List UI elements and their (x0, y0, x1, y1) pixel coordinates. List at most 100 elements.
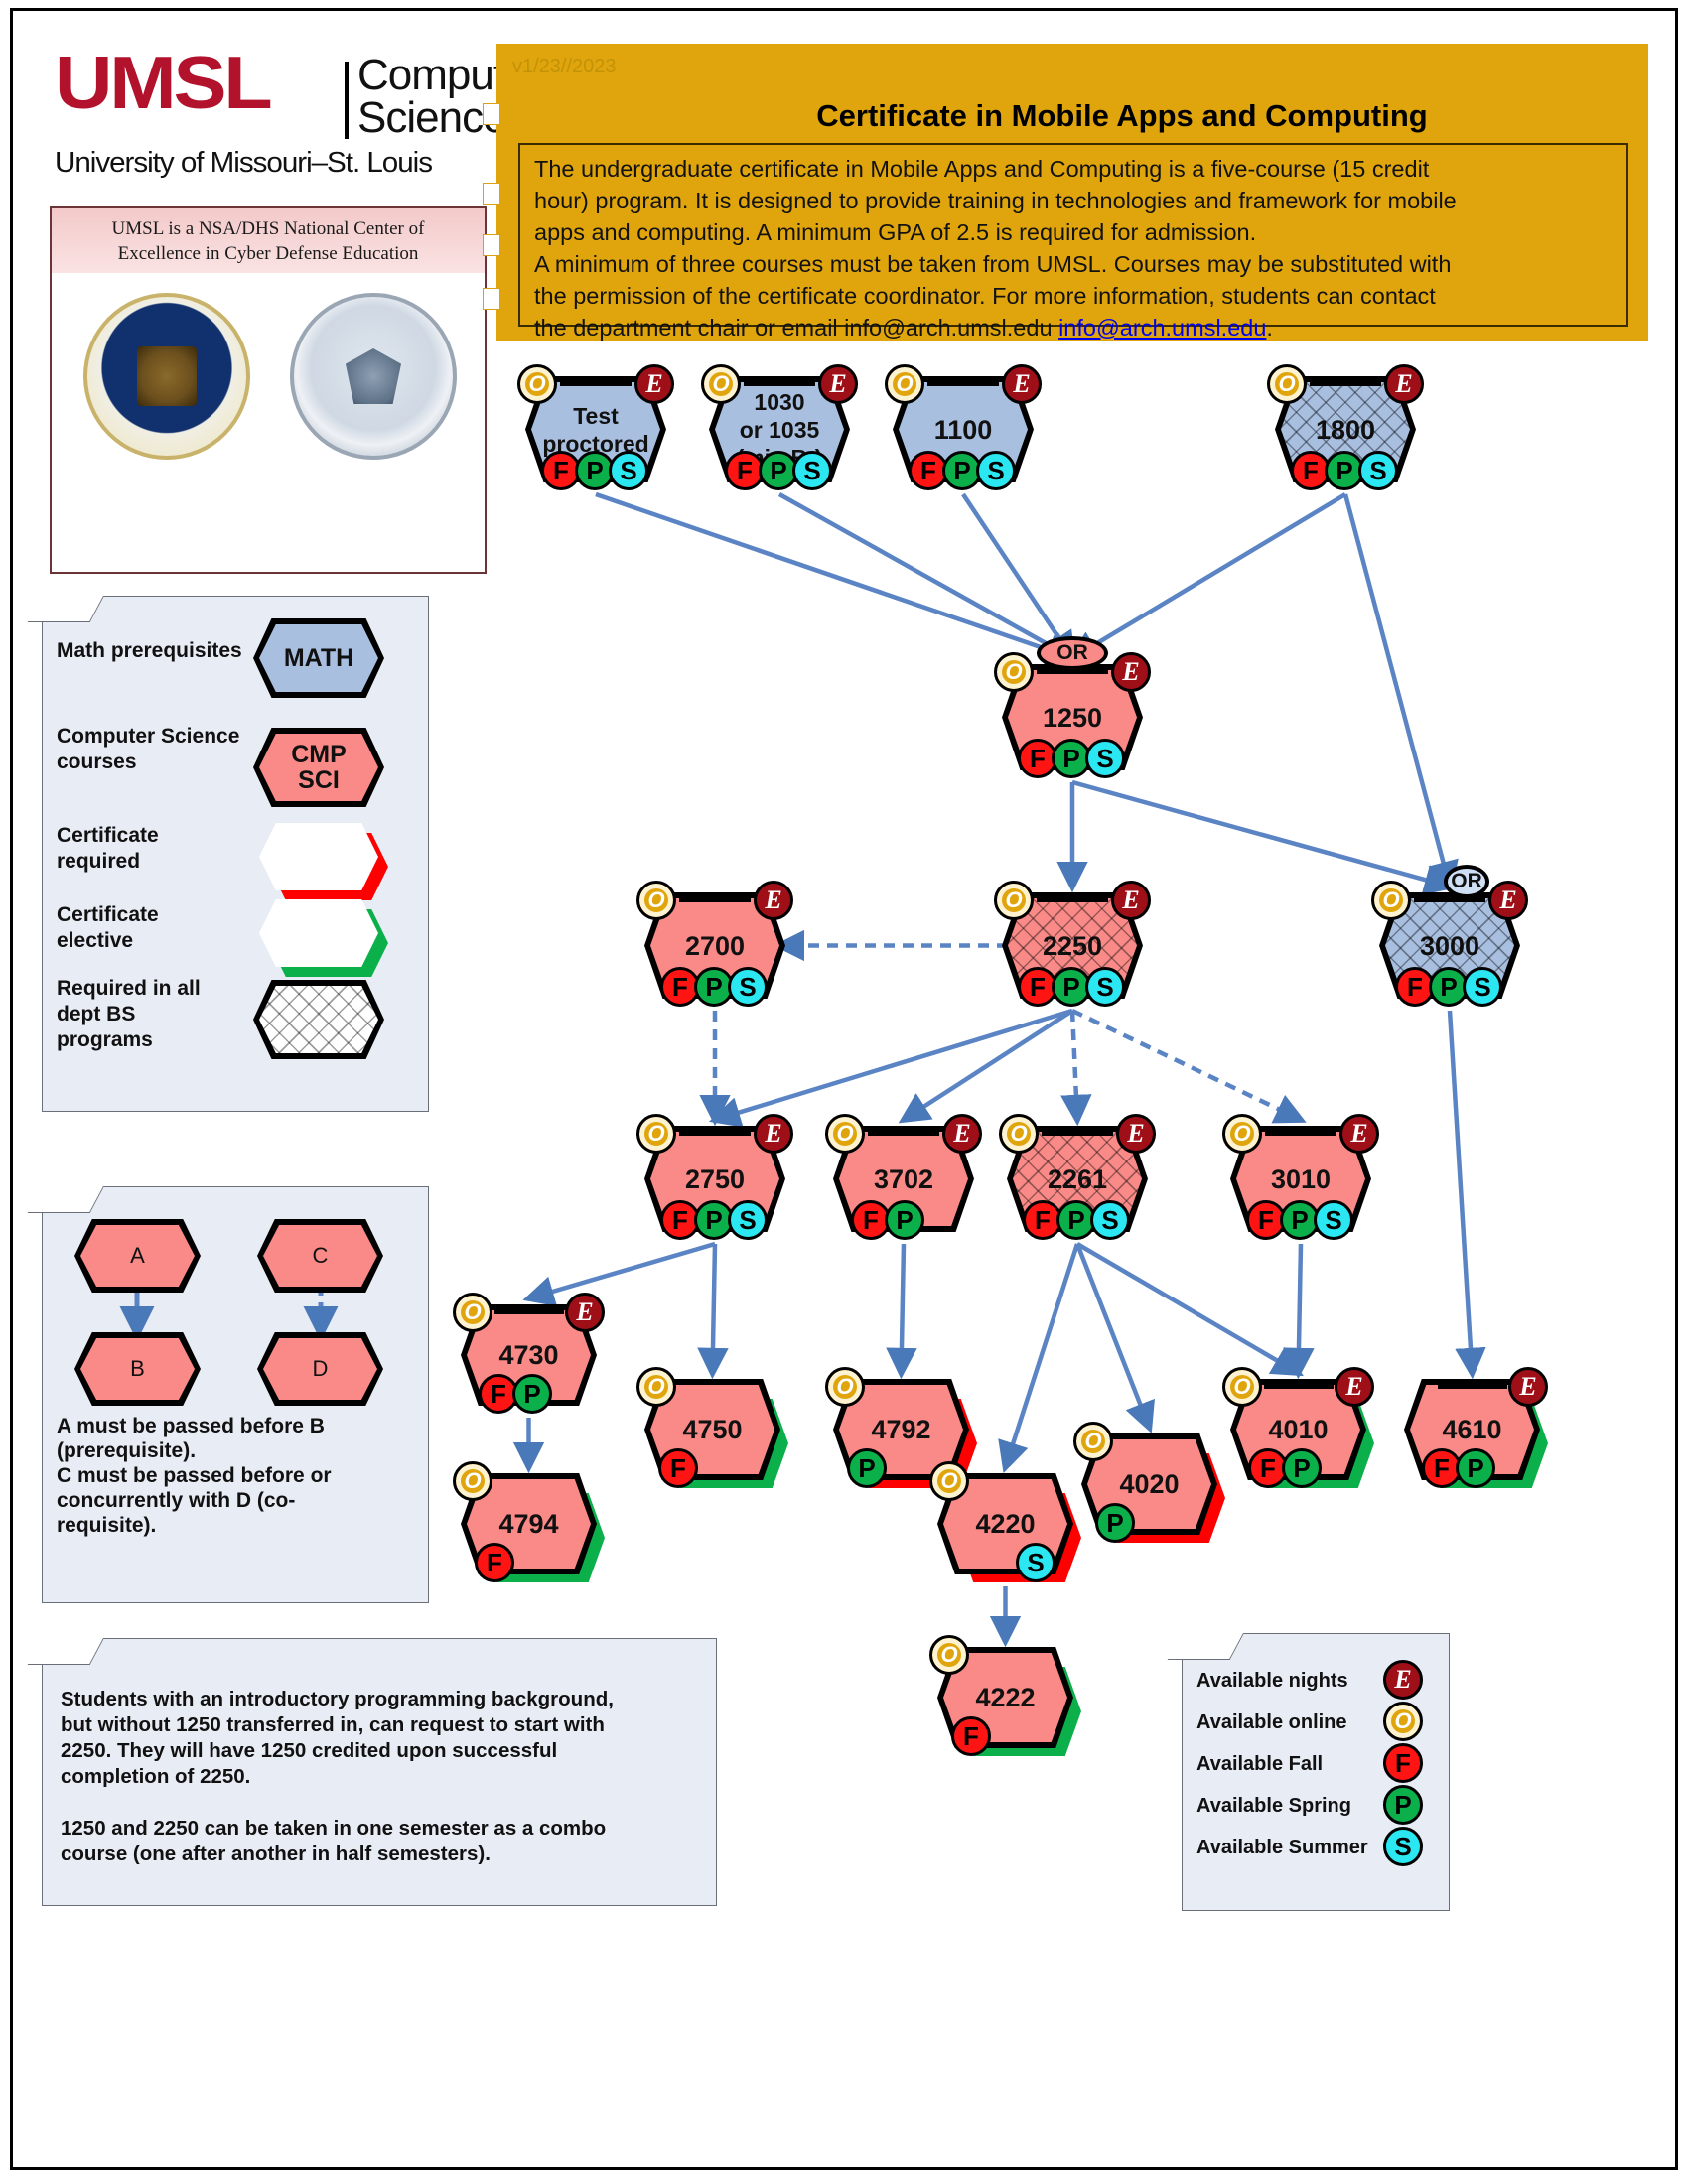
online-badge-icon: O (1383, 1702, 1423, 1741)
course-node-3702[interactable]: 3702 O E F P (825, 1114, 982, 1240)
online-badge-icon: O (1222, 1114, 1262, 1154)
online-badge-icon: O (825, 1114, 865, 1154)
edge-1800-to-3000 (1342, 493, 1459, 893)
spring-badge-icon: P (1456, 1448, 1495, 1488)
edge-2261-to-4010 (1075, 1242, 1304, 1377)
online-badge-icon: O (1073, 1422, 1113, 1461)
course-node-1100[interactable]: 1100 O E F P S (885, 364, 1042, 490)
course-node-2700[interactable]: 2700 O E F P S (636, 881, 793, 1007)
edge-3010-to-4010 (1283, 1243, 1315, 1380)
spring-badge-icon: P (885, 1200, 924, 1240)
nights-badge-icon: E (1002, 364, 1042, 404)
course-node-3000[interactable]: 3000 O E F P S OR (1371, 865, 1528, 1007)
spring-badge-icon: P (1095, 1503, 1135, 1543)
course-node-3010[interactable]: 3010 O E F P S (1222, 1114, 1379, 1240)
course-flowchart: Test proctoredOEFPS1030 or 1035 (min B-)… (0, 0, 1688, 2184)
summer-badge-icon: S (609, 451, 648, 490)
online-badge-icon: O (1371, 881, 1411, 920)
spring-badge-icon: P (1383, 1785, 1423, 1825)
course-node-1250[interactable]: 1250 O E F P S OR (994, 636, 1151, 778)
nights-badge-icon: E (818, 364, 858, 404)
summer-badge-icon: S (792, 451, 832, 490)
online-badge-icon: O (994, 652, 1034, 692)
course-node-4750[interactable]: 4750 O F (636, 1367, 788, 1488)
online-badge-icon: O (929, 1461, 969, 1501)
node-top-bar (493, 1307, 564, 1314)
nights-badge-icon: E (942, 1114, 982, 1154)
edge-1030-to-1250 (777, 492, 1078, 662)
course-node-4730[interactable]: 4730 O E F P (453, 1293, 605, 1414)
nights-badge-icon: E (754, 881, 793, 920)
node-top-bar (1309, 379, 1382, 386)
edge-2750-to-4750 (697, 1243, 729, 1380)
nights-badge-icon: E (1339, 1114, 1379, 1154)
online-badge-icon: O (994, 881, 1034, 920)
node-top-bar (926, 379, 1000, 386)
node-top-bar (1264, 1129, 1337, 1136)
online-badge-icon: O (929, 1635, 969, 1675)
nights-badge-icon: E (1335, 1367, 1374, 1407)
summer-badge-icon: S (728, 967, 768, 1007)
page-root: UMSL Computer Science University of Miss… (0, 0, 1688, 2184)
node-top-bar (743, 379, 816, 386)
node-top-bar (678, 895, 752, 902)
edge-2250-to-3702 (898, 1009, 1074, 1124)
online-badge-icon: O (636, 881, 676, 920)
summer-badge-icon: S (1085, 967, 1125, 1007)
course-node-2750[interactable]: 2750 O E F P S (636, 1114, 793, 1240)
node-top-bar (678, 1129, 752, 1136)
node-top-bar (1036, 895, 1109, 902)
course-node-4020[interactable]: 4020 O P (1073, 1422, 1225, 1543)
course-node-2250[interactable]: 2250 O E F P S (994, 881, 1151, 1007)
edge-2750-to-4730 (522, 1241, 716, 1307)
summer-badge-icon: S (1016, 1543, 1055, 1582)
online-badge-icon: O (636, 1367, 676, 1407)
course-node-4794[interactable]: 4794 O F (453, 1461, 605, 1582)
online-badge-icon: O (825, 1367, 865, 1407)
nights-badge-icon: E (1116, 1114, 1156, 1154)
course-node-4610[interactable]: 4610 E F P (1404, 1367, 1548, 1488)
edge-1800-to-1250 (1066, 492, 1347, 662)
nights-badge-icon: E (1384, 364, 1424, 404)
course-node-4220[interactable]: 4220 O S (929, 1461, 1081, 1582)
node-top-bar (867, 1129, 940, 1136)
course-node-1030[interactable]: 1030 or 1035 (min B-)OEFPS (701, 364, 858, 490)
node-top-bar (1041, 1129, 1114, 1136)
fall-badge-icon: F (951, 1716, 991, 1756)
nights-badge-icon: E (1111, 652, 1151, 692)
course-node-1800[interactable]: 1800 O E F P S (1267, 364, 1424, 490)
online-badge-icon: O (885, 364, 924, 404)
spring-badge-icon: P (512, 1374, 552, 1414)
course-node-2261[interactable]: 2261 O E F P S (999, 1114, 1156, 1240)
course-node-4222[interactable]: 4222 O F (929, 1635, 1081, 1756)
nights-badge-icon: E (1383, 1660, 1423, 1700)
online-badge-icon: O (453, 1293, 492, 1332)
spring-badge-icon: P (847, 1448, 887, 1488)
node-top-bar (1263, 1382, 1334, 1389)
edge-2261-to-4020 (1074, 1243, 1155, 1433)
edge-2250-to-2750 (708, 1008, 1073, 1128)
node-top-bar (1437, 1382, 1507, 1389)
nights-badge-icon: E (1508, 1367, 1548, 1407)
edge-1100-to-1250 (961, 492, 1076, 664)
online-badge-icon: O (1267, 364, 1307, 404)
or-badge: OR (1037, 636, 1108, 670)
online-badge-icon: O (453, 1461, 492, 1501)
edge-1250-to-3000 (1071, 779, 1457, 895)
nights-badge-icon: E (754, 1114, 793, 1154)
online-badge-icon: O (701, 364, 741, 404)
edge-test-to-1250 (595, 491, 1078, 665)
online-badge-icon: O (517, 364, 557, 404)
summer-badge-icon: S (1358, 451, 1398, 490)
course-node-4010[interactable]: 4010 O E F P (1222, 1367, 1374, 1488)
edge-2250-to-2261 (1060, 1010, 1092, 1127)
edge-2261-to-4220 (998, 1243, 1080, 1473)
nights-badge-icon: E (565, 1293, 605, 1332)
node-top-bar (559, 379, 633, 386)
or-badge: OR (1444, 865, 1489, 898)
summer-badge-icon: S (976, 451, 1016, 490)
spring-badge-icon: P (1282, 1448, 1322, 1488)
course-node-test[interactable]: Test proctored O E F P S (517, 364, 674, 490)
fall-badge-icon: F (658, 1448, 698, 1488)
summer-badge-icon: S (1314, 1200, 1353, 1240)
